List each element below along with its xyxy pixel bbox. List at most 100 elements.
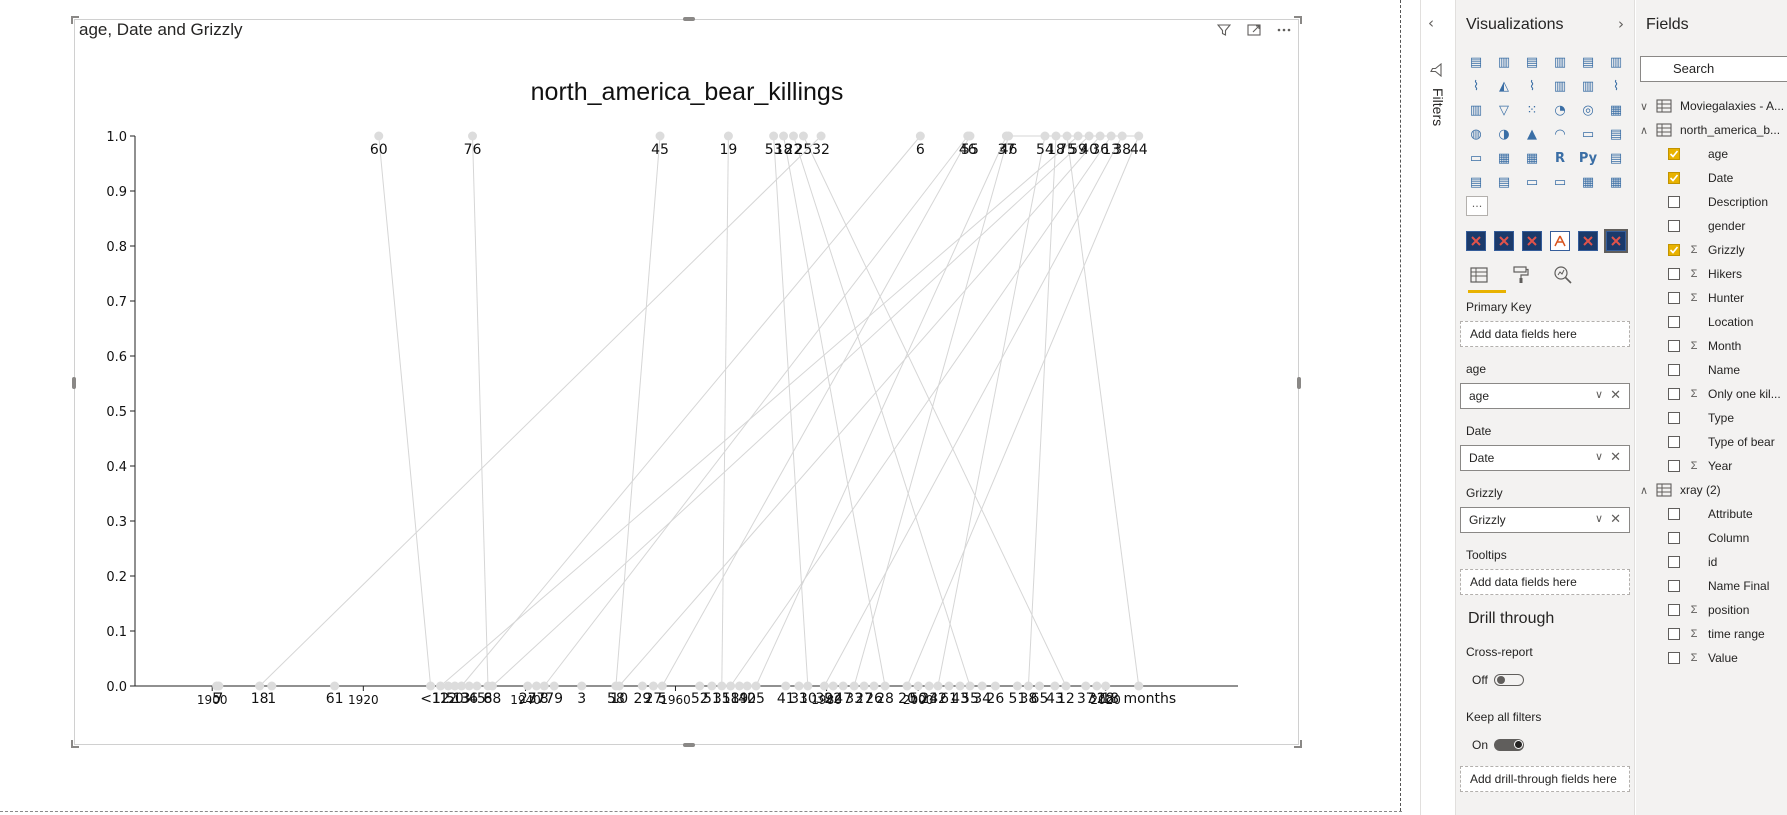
visual-type-icon[interactable]: Py [1578,148,1598,168]
visual-type-icon[interactable]: ▦ [1578,172,1598,192]
field-row[interactable]: Σtime range [1668,623,1765,645]
chevron-up-icon[interactable]: ∧ [1640,484,1656,497]
chevron-down-icon[interactable]: ∨ [1595,450,1603,463]
chevron-up-icon[interactable]: ∧ [1640,124,1656,137]
visual-type-icon[interactable]: ▦ [1606,172,1626,192]
field-row[interactable]: Column [1668,527,1749,549]
field-row[interactable]: age [1668,143,1728,165]
field-row[interactable]: Date [1668,167,1733,189]
expand-right-icon[interactable]: › [1618,15,1624,33]
remove-field-icon[interactable]: ✕ [1610,511,1621,527]
field-checkbox[interactable] [1668,652,1680,664]
field-checkbox[interactable] [1668,148,1680,160]
field-row[interactable]: Type of bear [1668,431,1775,453]
keep-all-filters-switch[interactable] [1494,739,1525,751]
cross-report-switch[interactable] [1493,674,1524,686]
visual-type-icon[interactable]: ⁙ [1522,100,1542,120]
visual-type-icon[interactable]: ▤ [1466,172,1486,192]
visual-type-icon[interactable]: ▭ [1578,124,1598,144]
visual-type-icon[interactable]: ▭ [1550,172,1570,192]
visual-type-icon[interactable]: ▤ [1466,52,1486,72]
custom-visual-icon[interactable] [1494,231,1514,251]
field-row[interactable]: id [1668,551,1717,573]
drill-through-drop-zone[interactable]: Add drill-through fields here [1460,766,1630,792]
visual-type-icon[interactable]: ⌇ [1522,76,1542,96]
field-checkbox[interactable] [1668,316,1680,328]
visual-type-icon[interactable]: ▦ [1494,148,1514,168]
field-row[interactable]: Σ Hunter [1668,287,1744,309]
visual-type-icon[interactable]: ▥ [1550,76,1570,96]
field-checkbox[interactable] [1668,460,1680,472]
visual-type-icon[interactable]: ▥ [1606,52,1626,72]
date-well-field[interactable]: Date ∨ ✕ [1460,445,1630,471]
visual-type-icon[interactable]: ▲ [1522,124,1542,144]
fields-search-input[interactable]: Search [1640,56,1787,82]
field-checkbox[interactable] [1668,268,1680,280]
visual-type-icon[interactable]: ◎ [1578,100,1598,120]
field-row[interactable]: Σ Grizzly [1668,239,1745,261]
field-checkbox[interactable] [1668,436,1680,448]
visual-type-icon[interactable]: ▤ [1494,172,1514,192]
visual-type-icon[interactable]: ◍ [1466,124,1486,144]
field-row[interactable]: Name Final [1668,575,1769,597]
visual-type-icon[interactable]: ▦ [1522,148,1542,168]
visual-type-icon[interactable]: ⌇ [1466,76,1486,96]
visual-type-icon[interactable]: ◔ [1550,100,1570,120]
visual-type-icon[interactable]: ▭ [1466,148,1486,168]
field-checkbox[interactable] [1668,604,1680,616]
chart-visual[interactable]: north_america_bear_killings 0.0 0.1 0.2 0.3 0… [71,16,1302,748]
fields-tab-icon[interactable] [1468,264,1490,286]
table-row-north-america[interactable]: ∧ north_america_b... [1640,119,1780,141]
visual-type-icon[interactable]: ▤ [1606,124,1626,144]
field-checkbox[interactable] [1668,292,1680,304]
remove-field-icon[interactable]: ✕ [1610,387,1621,403]
field-checkbox[interactable] [1668,580,1680,592]
more-visuals-button[interactable]: ··· [1466,196,1488,216]
visual-type-icon[interactable]: R [1550,148,1570,168]
visual-type-icon[interactable]: ▥ [1550,52,1570,72]
field-checkbox[interactable] [1668,220,1680,232]
filters-label[interactable]: Filters [1430,88,1446,126]
table-row-xray[interactable]: ∧ xray (2) [1640,479,1721,501]
visual-type-icon[interactable]: ▥ [1578,76,1598,96]
field-checkbox[interactable] [1668,364,1680,376]
field-checkbox[interactable] [1668,244,1680,256]
analytics-magnifier-icon[interactable] [1552,264,1574,286]
visual-type-icon[interactable]: ◭ [1494,76,1514,96]
visual-type-icon[interactable]: ▥ [1494,52,1514,72]
chevron-down-icon[interactable]: ∨ [1640,100,1656,113]
visual-type-icon[interactable]: ▤ [1578,52,1598,72]
custom-visual-icon[interactable] [1522,231,1542,251]
field-row[interactable]: Σposition [1668,599,1749,621]
format-paint-roller-icon[interactable] [1510,264,1532,286]
focus-mode-icon[interactable] [1246,22,1262,38]
more-options-icon[interactable] [1276,22,1292,38]
field-checkbox[interactable] [1668,508,1680,520]
field-checkbox[interactable] [1668,172,1680,184]
field-checkbox[interactable] [1668,532,1680,544]
cross-report-toggle[interactable]: Off [1472,673,1524,687]
custom-visual-icon[interactable] [1604,229,1628,253]
field-row[interactable]: gender [1668,215,1745,237]
field-checkbox[interactable] [1668,556,1680,568]
field-row[interactable]: Σ Value [1668,647,1738,669]
field-checkbox[interactable] [1668,340,1680,352]
visual-type-icon[interactable]: ▥ [1466,100,1486,120]
field-checkbox[interactable] [1668,628,1680,640]
field-row[interactable]: Attribute [1668,503,1753,525]
keep-all-filters-toggle[interactable]: On [1472,738,1525,752]
chevron-down-icon[interactable]: ∨ [1595,388,1603,401]
visual-type-icon[interactable]: ▤ [1522,52,1542,72]
visual-type-icon[interactable]: ◠ [1550,124,1570,144]
field-checkbox[interactable] [1668,388,1680,400]
primary-key-drop-zone[interactable]: Add data fields here [1460,321,1630,347]
field-row[interactable]: Location [1668,311,1753,333]
visual-type-icon[interactable]: ▤ [1606,148,1626,168]
visual-type-icon[interactable]: ▽ [1494,100,1514,120]
custom-visual-icon[interactable] [1550,231,1570,251]
field-row[interactable]: Type [1668,407,1734,429]
visual-type-icon[interactable]: ◑ [1494,124,1514,144]
custom-visual-icon[interactable] [1466,231,1486,251]
chevron-down-icon[interactable]: ∨ [1595,512,1603,525]
grizzly-well-field[interactable]: Grizzly ∨ ✕ [1460,507,1630,533]
